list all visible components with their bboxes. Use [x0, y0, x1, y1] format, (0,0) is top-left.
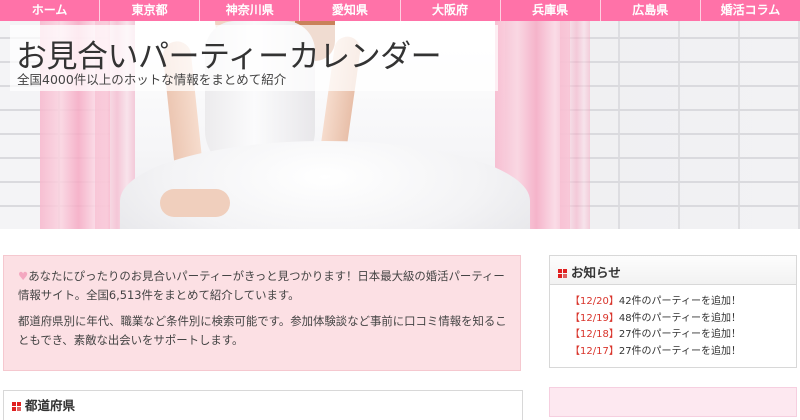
intro-paragraph-2: 都道府県別に年代、職業など条件別に検索可能です。参加体験談など事前に口コミ情報を… — [18, 314, 507, 347]
news-list: 【12/20】42件のパーティーを追加！ 【12/19】48件のパーティーを追加… — [570, 294, 741, 360]
news-item-text[interactable]: 27件のパーティーを追加！ — [619, 329, 741, 340]
hero-brick-wall-right — [560, 21, 800, 229]
nav-item-hyogo[interactable]: 兵庫県 — [501, 0, 601, 21]
grid-square-icon — [12, 402, 21, 411]
heart-icon: ♥ — [18, 269, 29, 283]
news-widget: お知らせ 【12/20】42件のパーティーを追加！ 【12/19】48件のパーテ… — [549, 255, 797, 368]
prefecture-section: 都道府県 — [3, 390, 523, 420]
news-title-text: お知らせ — [571, 265, 621, 280]
news-item-text[interactable]: 42件のパーティーを追加！ — [619, 296, 741, 307]
hero-curtain-right-inner — [560, 21, 590, 229]
nav-item-osaka[interactable]: 大阪府 — [401, 0, 501, 21]
nav-item-tokyo[interactable]: 東京都 — [100, 0, 201, 21]
intro-paragraph-1-text: あなたにぴったりのお見合いパーティーがきっと見つかります！日本最大級の婚活パーテ… — [18, 269, 505, 302]
nav-item-kanagawa[interactable]: 神奈川県 — [200, 0, 301, 21]
nav-item-aichi[interactable]: 愛知県 — [300, 0, 401, 21]
nav-item-home[interactable]: ホーム — [0, 0, 101, 21]
intro-box: ♥あなたにぴったりのお見合いパーティーがきっと見つかります！日本最大級の婚活パー… — [3, 255, 521, 371]
news-item[interactable]: 【12/20】42件のパーティーを追加！ — [570, 294, 741, 311]
prefecture-section-title: 都道府県 — [12, 395, 75, 414]
news-title: お知らせ — [558, 262, 621, 281]
nav-item-column[interactable]: 婚活コラム — [701, 0, 800, 21]
news-item-date: 【12/20】 — [570, 296, 619, 307]
site-tagline: 全国4000件以上のホットな情報をまとめて紹介 — [17, 72, 287, 87]
news-item[interactable]: 【12/17】27件のパーティーを追加！ — [570, 344, 741, 361]
sidebar-pink-widget — [549, 387, 797, 417]
news-item-date: 【12/19】 — [570, 312, 619, 324]
intro-paragraph-1: ♥あなたにぴったりのお見合いパーティーがきっと見つかります！日本最大級の婚活パー… — [18, 267, 508, 305]
top-nav: ホーム 東京都 神奈川県 愛知県 大阪府 兵庫県 広島県 婚活コラム — [0, 0, 800, 21]
prefecture-title-text: 都道府県 — [25, 398, 76, 413]
news-item-date: 【12/18】 — [570, 329, 619, 340]
news-item[interactable]: 【12/18】27件のパーティーを追加！ — [570, 327, 741, 344]
news-item-date: 【12/17】 — [570, 345, 619, 357]
news-item-text[interactable]: 48件のパーティーを追加！ — [619, 313, 741, 324]
nav-item-hiroshima[interactable]: 広島県 — [601, 0, 701, 21]
grid-square-icon — [558, 269, 567, 278]
news-header: お知らせ — [550, 256, 796, 285]
news-item-text[interactable]: 27件のパーティーを追加！ — [619, 346, 741, 357]
hero-bride-hands — [160, 189, 230, 217]
news-item[interactable]: 【12/19】48件のパーティーを追加！ — [570, 311, 741, 328]
